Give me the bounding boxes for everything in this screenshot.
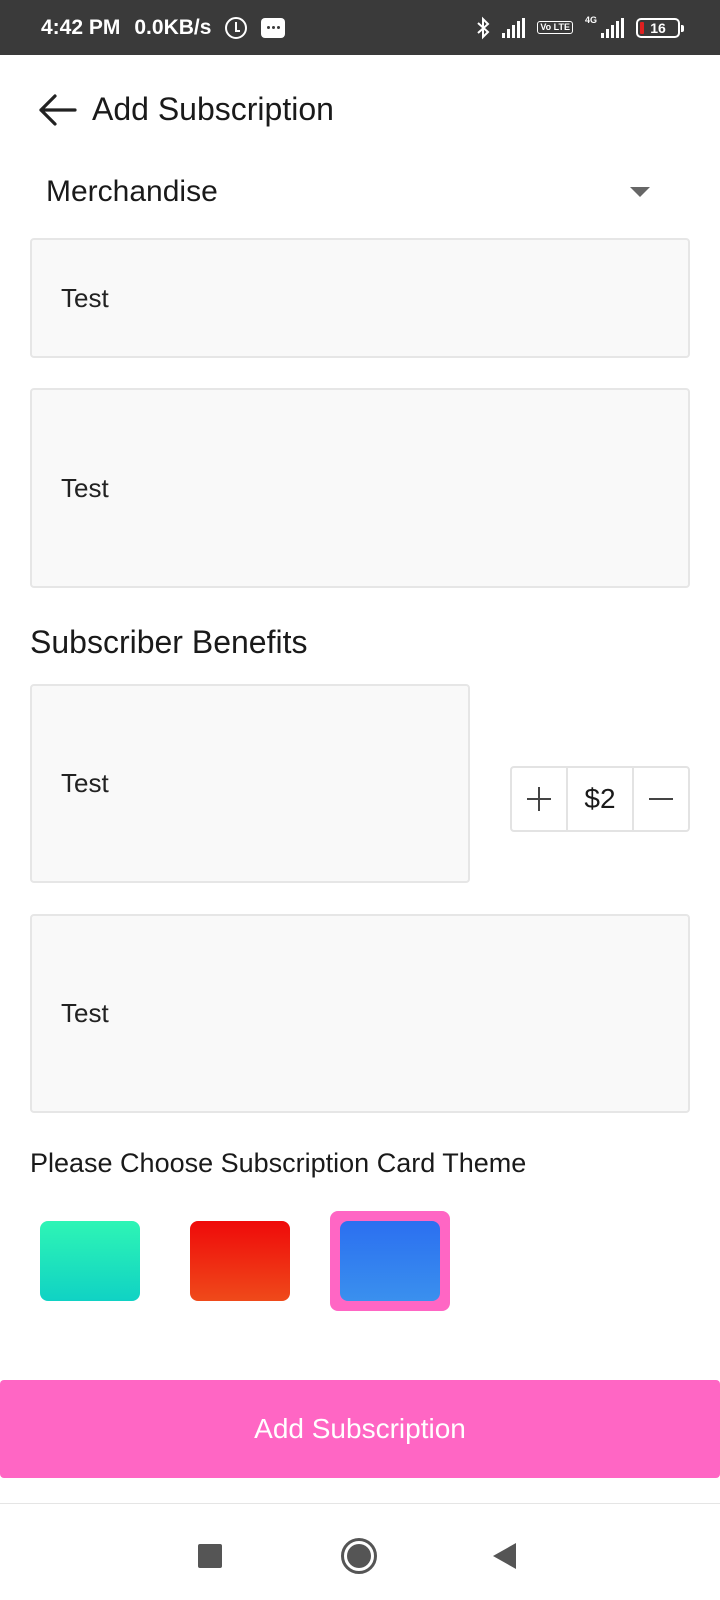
subscription-name-input[interactable]: Test — [30, 238, 690, 358]
price-value[interactable]: $2 — [566, 768, 634, 830]
subscription-description-value: Test — [61, 472, 109, 503]
category-dropdown[interactable]: Merchandise — [30, 160, 690, 224]
alarm-icon — [225, 16, 248, 39]
status-time: 4:42 PM — [41, 15, 121, 39]
minus-icon — [649, 798, 673, 800]
status-network-speed: 0.0KB/s — [134, 15, 212, 39]
battery-icon: 16 — [636, 17, 684, 38]
theme-swatch-blue[interactable] — [340, 1221, 440, 1301]
theme-swatch-red[interactable] — [190, 1221, 290, 1301]
home-icon[interactable] — [341, 1538, 377, 1574]
battery-level: 16 — [650, 19, 666, 36]
message-icon — [261, 17, 286, 38]
app-header: Add Subscription — [0, 55, 720, 165]
benefit-value-2: Test — [61, 998, 109, 1028]
signal-icon — [502, 17, 526, 38]
benefits-section-title: Subscriber Benefits — [30, 624, 308, 660]
status-right: Vo LTE 4G 16 — [476, 0, 684, 55]
benefit-input-1[interactable]: Test — [30, 684, 470, 883]
plus-icon — [527, 787, 551, 811]
arrow-left-icon — [39, 94, 77, 126]
increment-button[interactable] — [512, 768, 566, 830]
signal-4g-icon — [601, 17, 624, 38]
subscription-name-value: Test — [61, 282, 109, 313]
benefit-input-2[interactable]: Test — [30, 914, 690, 1113]
network-type-label: 4G — [584, 14, 597, 25]
status-left: 4:42 PM 0.0KB/s — [41, 0, 286, 55]
bluetooth-icon — [476, 16, 490, 40]
theme-swatch-teal[interactable] — [40, 1221, 140, 1301]
back-button[interactable] — [34, 87, 80, 133]
recents-icon[interactable] — [198, 1544, 222, 1568]
system-nav-bar — [0, 1503, 720, 1600]
back-icon[interactable] — [493, 1543, 516, 1569]
category-value: Merchandise — [46, 175, 218, 208]
add-subscription-button[interactable]: Add Subscription — [0, 1380, 720, 1478]
benefit-value-1: Test — [61, 768, 109, 798]
price-stepper[interactable]: $2 — [510, 766, 690, 832]
decrement-button[interactable] — [634, 768, 688, 830]
subscription-description-input[interactable]: Test — [30, 388, 690, 588]
status-bar: 4:42 PM 0.0KB/s Vo LTE 4G 16 — [0, 0, 720, 55]
page-title: Add Subscription — [92, 91, 334, 127]
volte-icon: Vo LTE — [537, 21, 573, 34]
caret-down-icon — [630, 187, 650, 197]
theme-swatch-selected-frame[interactable] — [330, 1211, 450, 1311]
theme-label: Please Choose Subscription Card Theme — [30, 1148, 527, 1178]
